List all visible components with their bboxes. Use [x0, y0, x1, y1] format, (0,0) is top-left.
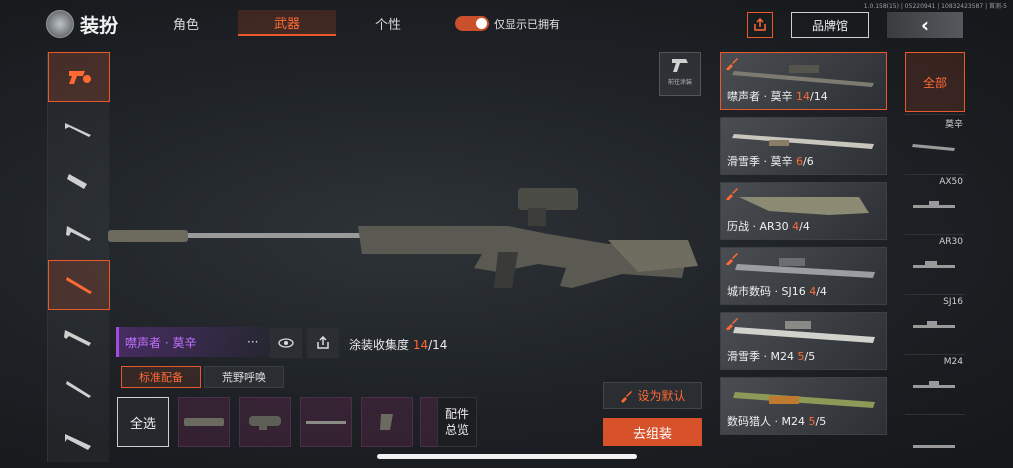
- skin-weapon-thumbnail: [733, 321, 875, 343]
- model-filter-item[interactable]: M24: [905, 354, 965, 414]
- version-text: 1.0.158(15) | 05220941 | 10832423587 | 首…: [863, 3, 1007, 10]
- select-all-button[interactable]: 全选: [117, 397, 169, 447]
- model-filter-column: 全部 莫辛 AX50 AR30 SJ16 M24: [905, 52, 965, 462]
- more-button[interactable]: ···: [247, 335, 258, 349]
- smg-icon: [67, 174, 87, 189]
- goto-paint-button[interactable]: 前往涂装: [659, 52, 701, 96]
- brand-hall-button[interactable]: 品牌馆: [791, 12, 869, 38]
- collect-total: /14: [428, 338, 448, 352]
- magazine-part-icon: [380, 414, 393, 430]
- model-name: AX50: [939, 177, 963, 187]
- pistol-logo-icon: [69, 71, 91, 84]
- model-filter-item[interactable]: 莫辛: [905, 114, 965, 174]
- tab-personality[interactable]: 个性: [340, 10, 436, 36]
- skin-weapon-thumbnail: [735, 258, 875, 278]
- rail-item-assault-rifle[interactable]: [48, 104, 110, 154]
- sniper-rifle-icon: [913, 321, 955, 328]
- shotgun-icon: [66, 226, 91, 241]
- collect-have: 14: [412, 338, 429, 352]
- part-slot-1[interactable]: [178, 397, 230, 447]
- eye-icon: [278, 338, 294, 348]
- tab-character[interactable]: 角色: [138, 10, 234, 36]
- model-name: M24: [943, 357, 963, 367]
- page-title: 装扮: [80, 15, 119, 37]
- model-filter-item[interactable]: AX50: [905, 174, 965, 234]
- skin-card[interactable]: 数码猎人 · M24 5/5: [720, 377, 887, 435]
- share-icon[interactable]: [747, 12, 773, 38]
- paint-collection-progress: 涂装收集度 14/14: [349, 336, 447, 353]
- assault-rifle-icon: [65, 123, 91, 137]
- parts-overview-button[interactable]: 配件总览: [437, 397, 477, 447]
- skin-name: 噤声者 · 莫辛: [125, 335, 197, 350]
- lmg-icon: [65, 434, 91, 450]
- model-name: AR30: [939, 237, 963, 247]
- skin-card-name: 城市数码 · SJ16 4/4: [727, 285, 827, 298]
- collect-label: 涂装收集度: [349, 338, 410, 352]
- goto-paint-label: 前往涂装: [667, 79, 692, 86]
- rail-item-pistol[interactable]: [48, 52, 110, 102]
- tab-weapon[interactable]: 武器: [238, 10, 336, 36]
- sniper-rifle-icon: [913, 261, 955, 268]
- model-name: 莫辛: [944, 120, 963, 130]
- owned-only-toggle[interactable]: [455, 16, 489, 31]
- sniper-rifle-icon: [913, 381, 955, 388]
- sniper-rifle-icon: [913, 201, 955, 208]
- model-name: SJ16: [943, 297, 963, 307]
- part-slot-4[interactable]: [361, 397, 413, 447]
- sniper-rifle-icon: [912, 144, 955, 151]
- assemble-button[interactable]: 去组装: [603, 418, 702, 446]
- model-filter-all[interactable]: 全部: [905, 52, 965, 112]
- muzzle-part-icon: [184, 418, 224, 426]
- model-filter-item[interactable]: AR30: [905, 234, 965, 294]
- rail-item-lmg[interactable]: [48, 416, 110, 466]
- skin-card[interactable]: 城市数码 · SJ16 4/4: [720, 247, 887, 305]
- skin-card[interactable]: 历战 · AR30 4/4: [720, 182, 887, 240]
- part-slot-2[interactable]: [239, 397, 291, 447]
- skin-card[interactable]: 噤声者 · 莫辛 14/14: [720, 52, 887, 110]
- rail-item-sniper[interactable]: [48, 260, 110, 310]
- skin-weapon-thumbnail: [733, 392, 875, 408]
- rifle-icon: [64, 330, 91, 346]
- tab-wild-call[interactable]: 荒野呼唤: [204, 366, 284, 388]
- sniper-rifle-icon: [66, 277, 92, 294]
- sniper-rifle-icon: [913, 445, 955, 448]
- set-default-label: 设为默认: [637, 389, 686, 403]
- skin-card[interactable]: 滑雪季 · M24 5/5: [720, 312, 887, 370]
- skin-card-name: 滑雪季 · M24 5/5: [727, 350, 816, 363]
- marksman-rifle-icon: [66, 381, 91, 398]
- share-skin-button[interactable]: [307, 328, 339, 358]
- skin-weapon-thumbnail: [732, 65, 874, 87]
- skin-card[interactable]: 滑雪季 · 莫辛 6/6: [720, 117, 887, 175]
- rail-item-marksman[interactable]: [48, 364, 110, 414]
- game-logo-icon: [46, 10, 74, 38]
- rail-item-shotgun[interactable]: [48, 208, 110, 258]
- skin-weapon-thumbnail: [739, 197, 869, 215]
- weapon-preview[interactable]: [108, 180, 720, 300]
- skin-card-name: 历战 · AR30 4/4: [727, 220, 810, 233]
- model-filter-item[interactable]: [905, 414, 965, 468]
- preview-eye-button[interactable]: [270, 328, 302, 358]
- scope-part-icon: [249, 416, 281, 430]
- part-slot-3[interactable]: [300, 397, 352, 447]
- share-icon: [317, 336, 329, 349]
- skin-card-name: 噤声者 · 莫辛 14/14: [727, 90, 828, 103]
- tab-standard-loadout[interactable]: 标准配备: [121, 366, 201, 388]
- chevron-left-icon: ‹: [920, 13, 930, 37]
- paint-brush-icon: [621, 390, 633, 403]
- spray-gun-icon: [672, 59, 688, 72]
- weapon-category-rail: [47, 52, 110, 462]
- rail-item-rifle[interactable]: [48, 312, 110, 362]
- skin-card-name: 滑雪季 · 莫辛 6/6: [727, 155, 814, 168]
- back-button[interactable]: ‹: [887, 12, 963, 38]
- skin-weapon-thumbnail: [732, 134, 874, 149]
- owned-only-label: 仅显示已拥有: [494, 18, 560, 31]
- set-default-button[interactable]: 设为默认: [603, 382, 702, 409]
- rail-item-smg[interactable]: [48, 156, 110, 206]
- skin-card-name: 数码猎人 · M24 5/5: [727, 415, 827, 428]
- home-indicator[interactable]: [377, 454, 637, 459]
- model-filter-item[interactable]: SJ16: [905, 294, 965, 354]
- barrel-part-icon: [306, 421, 346, 424]
